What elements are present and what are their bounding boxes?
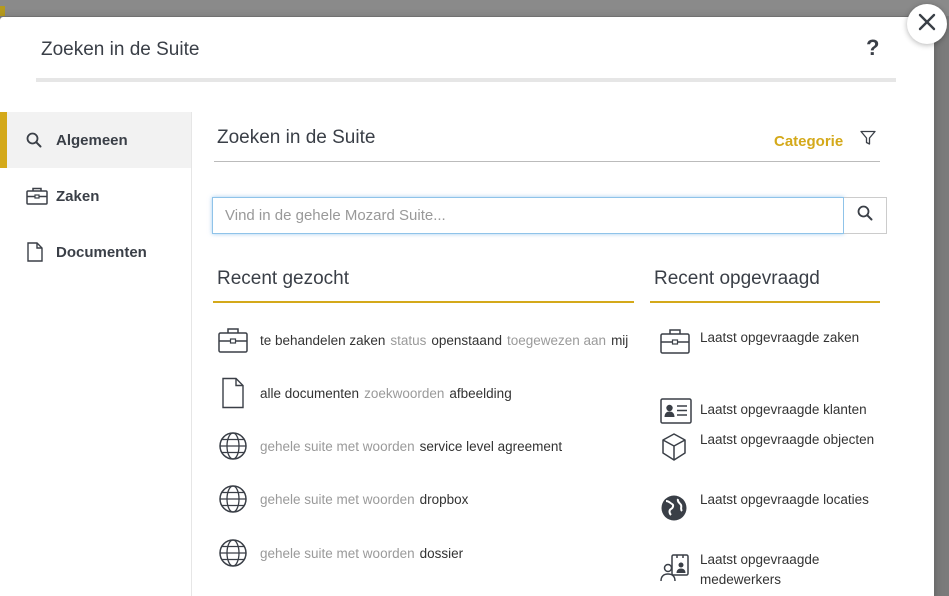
search-button[interactable]: [844, 197, 887, 234]
search-term: te behandelen zaken: [260, 332, 386, 348]
close-button[interactable]: [907, 4, 947, 44]
search-term: mij: [611, 332, 629, 348]
search-qualifier: gehele suite met woorden: [260, 438, 415, 454]
background-accent: [0, 6, 5, 16]
employees-icon: [660, 554, 700, 582]
help-icon[interactable]: ?: [866, 35, 879, 61]
search-qualifier: status: [390, 332, 427, 348]
document-icon: [218, 377, 260, 409]
main-heading: Zoeken in de Suite: [217, 127, 376, 148]
search-input[interactable]: [212, 197, 844, 234]
recent-requested-label: Laatst opgevraagde locaties: [700, 492, 869, 507]
category-button[interactable]: Categorie: [774, 133, 843, 150]
background-page: [0, 0, 949, 16]
sidebar-item-label: Documenten: [56, 243, 147, 261]
cube-icon: [660, 432, 700, 462]
globe-icon: [218, 484, 260, 514]
recent-searched-divider: [213, 301, 634, 303]
sidebar-item-label: Zaken: [56, 187, 100, 205]
earth-icon: [660, 494, 700, 522]
main-divider: [214, 161, 880, 162]
id-card-icon: [660, 398, 700, 424]
recent-requested-divider: [650, 301, 880, 303]
recent-requested-heading: Recent opgevraagd: [654, 268, 820, 289]
sidebar-item-algemeen[interactable]: Algemeen: [0, 112, 191, 168]
briefcase-icon: [660, 328, 700, 354]
search-term: afbeelding: [449, 385, 512, 401]
recent-search-item[interactable]: te behandelen zaken status openstaand to…: [218, 327, 628, 353]
recent-search-item[interactable]: gehele suite met woorden dropbox: [218, 484, 468, 514]
sidebar-item-documenten[interactable]: Documenten: [0, 224, 191, 280]
recent-search-item[interactable]: gehele suite met woorden service level a…: [218, 431, 562, 461]
recent-requested-label: Laatst opgevraagde medewerkers: [700, 552, 820, 587]
sidebar-item-zaken[interactable]: Zaken: [0, 168, 191, 224]
title-divider: [36, 78, 896, 82]
search-modal: Zoeken in de Suite ? Algemeen Zaken Docu…: [0, 17, 934, 596]
recent-requested-label: Laatst opgevraagde klanten: [700, 402, 867, 417]
search-icon: [26, 132, 56, 148]
close-icon: [918, 13, 936, 36]
search-term: service level agreement: [419, 438, 563, 454]
search-icon: [857, 205, 873, 226]
search-term: dropbox: [419, 491, 469, 507]
recent-requested-item[interactable]: Laatst opgevraagde klanten: [660, 398, 880, 424]
recent-requested-item[interactable]: Laatst opgevraagde medewerkers: [660, 550, 880, 590]
recent-requested-label: Laatst opgevraagde zaken: [700, 330, 860, 345]
globe-icon: [218, 431, 260, 461]
sidebar: Algemeen Zaken Documenten: [0, 112, 192, 596]
recent-search-item[interactable]: alle documenten zoekwoorden afbeelding: [218, 377, 512, 409]
briefcase-icon: [26, 187, 56, 205]
search-qualifier: toegewezen aan: [506, 332, 607, 348]
recent-requested-item[interactable]: Laatst opgevraagde zaken: [660, 328, 880, 354]
briefcase-icon: [218, 327, 260, 353]
document-icon: [26, 242, 56, 262]
globe-icon: [218, 538, 260, 568]
recent-requested-item[interactable]: Laatst opgevraagde objecten: [660, 430, 880, 462]
modal-title: Zoeken in de Suite: [41, 39, 200, 60]
search-term: dossier: [419, 545, 464, 561]
recent-requested-label: Laatst opgevraagde objecten: [700, 432, 875, 447]
recent-searched-heading: Recent gezocht: [217, 268, 350, 289]
filter-icon[interactable]: [860, 130, 876, 151]
search-term: openstaand: [431, 332, 502, 348]
sidebar-item-label: Algemeen: [56, 131, 128, 149]
recent-search-item[interactable]: gehele suite met woorden dossier: [218, 538, 463, 568]
search-term: alle documenten: [260, 385, 360, 401]
recent-requested-item[interactable]: Laatst opgevraagde locaties: [660, 490, 880, 522]
search-qualifier: gehele suite met woorden: [260, 491, 415, 507]
search-qualifier: zoekwoorden: [364, 385, 445, 401]
search-qualifier: gehele suite met woorden: [260, 545, 415, 561]
